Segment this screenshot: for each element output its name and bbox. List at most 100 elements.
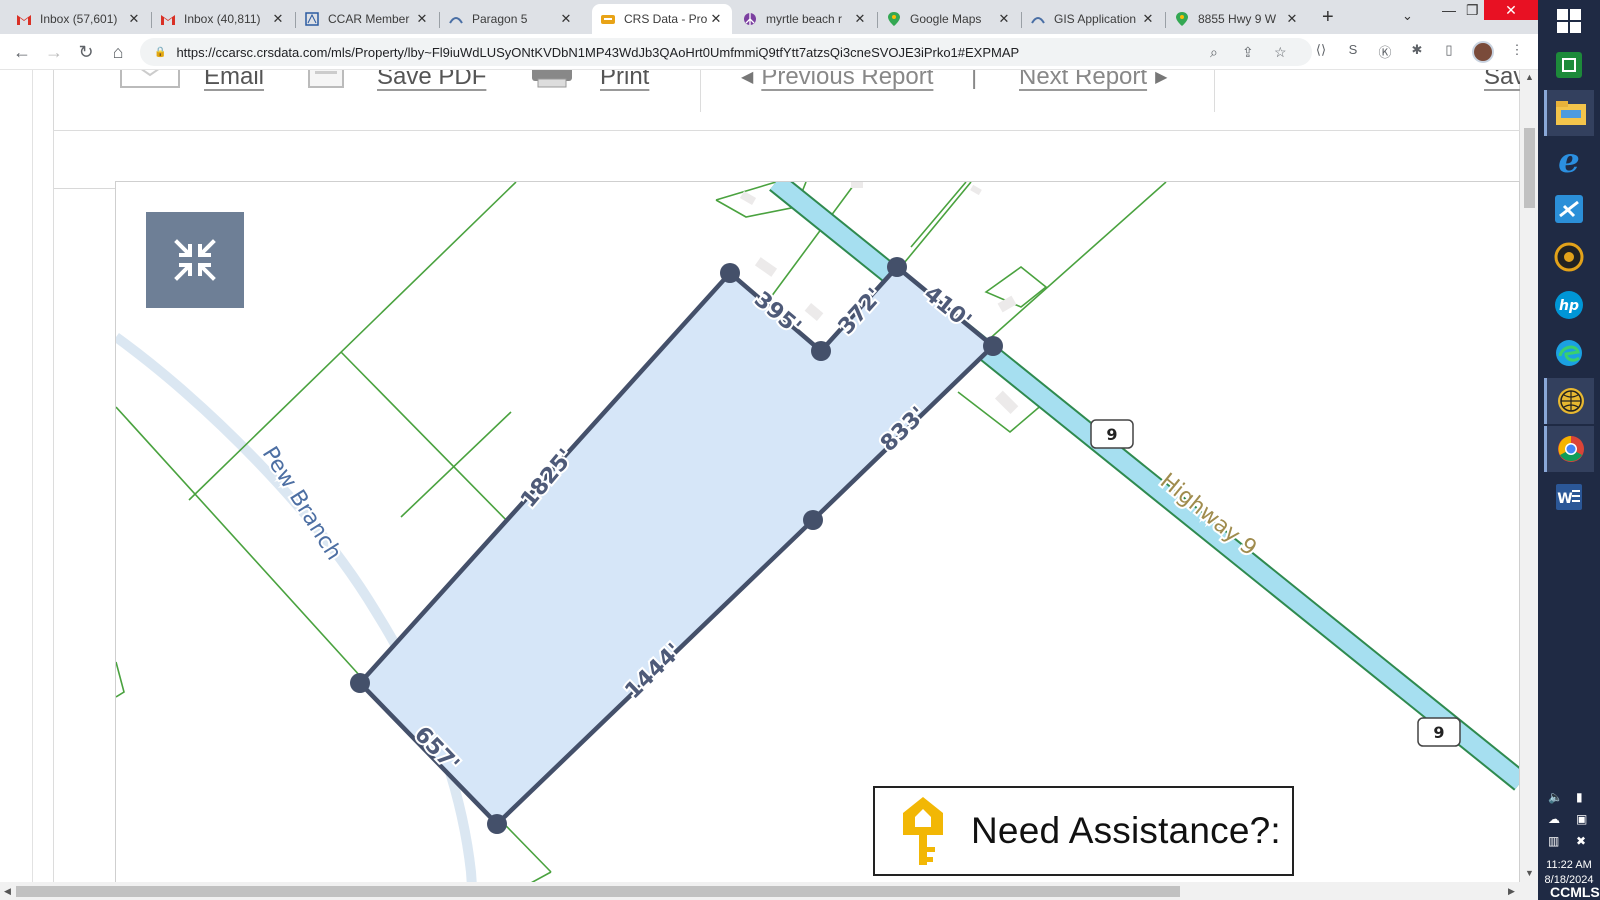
forward-arrow-icon[interactable]: → — [42, 40, 66, 64]
close-icon[interactable]: ✕ — [708, 11, 724, 27]
clock-time: 11:22 AM — [1546, 859, 1592, 871]
subject-parcel — [357, 264, 996, 827]
back-arrow-icon[interactable]: ← — [10, 40, 34, 64]
print-label: Print — [600, 70, 650, 90]
tab-inbox-1[interactable]: Inbox (57,601) ✕ — [8, 4, 150, 34]
svg-text:W: W — [1557, 491, 1572, 507]
tab-title: CCAR Member — [328, 12, 410, 26]
tab-google-maps[interactable]: Google Maps ✕ — [878, 4, 1020, 34]
chrome-browser-icon[interactable] — [1544, 426, 1594, 472]
scroll-right-icon[interactable]: ▶ — [1508, 886, 1515, 897]
parcel-map[interactable]: 395' 372' 410' 833' 1444' 657' 1825' Pew… — [115, 181, 1520, 882]
security-alert-icon[interactable]: ✖ — [1576, 834, 1586, 848]
network-icon[interactable]: ▣ — [1576, 812, 1587, 826]
avatar[interactable] — [1472, 41, 1494, 63]
extension-code-icon[interactable]: ⟨⟩ — [1312, 42, 1330, 60]
document-icon — [307, 70, 345, 96]
close-icon[interactable]: ✕ — [1140, 11, 1156, 27]
triangle-right-icon: ▶ — [1155, 70, 1168, 86]
save-pdf-button[interactable]: Save PDF — [307, 70, 486, 94]
vertical-scroll-thumb[interactable] — [1524, 128, 1535, 208]
ccmls-watermark: CCMLS — [1550, 884, 1600, 900]
page-left-margin — [0, 70, 33, 882]
printer-icon — [530, 70, 574, 96]
extension-s-icon[interactable]: S — [1344, 42, 1362, 60]
map-canvas: 395' 372' 410' 833' 1444' 657' 1825' Pew… — [116, 182, 1519, 882]
network-tool-icon[interactable] — [1544, 186, 1594, 232]
zoom-icon[interactable]: ⌕ — [1210, 44, 1218, 61]
svg-text:hp: hp — [1559, 298, 1579, 314]
close-icon[interactable]: ✕ — [558, 11, 574, 27]
share-icon[interactable]: ⇪ — [1242, 44, 1254, 61]
window-close-button[interactable]: ✕ — [1484, 0, 1538, 20]
ccar-icon — [304, 11, 320, 27]
close-icon[interactable]: ✕ — [126, 11, 142, 27]
signal-icon[interactable]: ▮ — [1576, 790, 1583, 804]
triangle-left-icon: ◀ — [741, 70, 754, 86]
tab-title: Paragon 5 — [472, 12, 528, 26]
word-app-icon[interactable]: W — [1544, 474, 1594, 520]
horizontal-scrollbar[interactable]: ◀ ▶ — [0, 882, 1538, 900]
minimize-icon[interactable]: — — [1442, 2, 1456, 18]
scroll-left-icon[interactable]: ◀ — [4, 886, 11, 897]
tab-crs-data[interactable]: CRS Data - Pro ✕ — [592, 4, 732, 34]
tab-myrtle-beach[interactable]: myrtle beach r ✕ — [734, 4, 876, 34]
home-icon[interactable]: ⌂ — [106, 40, 130, 64]
media-player-icon[interactable] — [1544, 234, 1594, 280]
horizontal-scroll-thumb[interactable] — [16, 886, 1180, 897]
email-button[interactable]: Email — [120, 70, 264, 94]
creek-line — [116, 332, 477, 882]
new-tab-button[interactable]: + — [1322, 6, 1334, 29]
lock-icon: 🔒 — [154, 46, 167, 58]
internet-explorer-icon[interactable]: e — [1544, 138, 1594, 184]
route-shield: 9 — [1417, 717, 1461, 747]
address-bar[interactable]: 🔒 https://ccarsc.crsdata.com/mls/Propert… — [140, 38, 1312, 66]
close-icon[interactable]: ✕ — [1284, 11, 1300, 27]
next-report-button[interactable]: Next Report ▶ — [1019, 70, 1167, 94]
reload-icon[interactable]: ↻ — [74, 40, 98, 64]
highway-fill — [770, 182, 1519, 790]
close-icon[interactable]: ✕ — [996, 11, 1012, 27]
file-explorer-icon[interactable] — [1544, 90, 1594, 136]
scroll-up-icon[interactable]: ▲ — [1525, 72, 1534, 82]
maps-icon — [886, 11, 902, 27]
tab-paragon[interactable]: Paragon 5 ✕ — [440, 4, 582, 34]
exit-fullscreen-button[interactable] — [146, 212, 244, 308]
scroll-down-icon[interactable]: ▼ — [1525, 868, 1534, 878]
need-assistance-text: Need Assistance?: — [971, 810, 1281, 851]
url-text: https://ccarsc.crsdata.com/mls/Property/… — [176, 44, 1020, 60]
extension-k-icon[interactable]: Ⓚ — [1376, 42, 1394, 60]
close-icon[interactable]: ✕ — [270, 11, 286, 27]
extensions-puzzle-icon[interactable]: ✱ — [1408, 42, 1426, 60]
print-button[interactable]: Print — [530, 70, 649, 94]
bookmark-star-icon[interactable]: ☆ — [1274, 44, 1287, 61]
tab-inbox-2[interactable]: Inbox (40,811) ✕ — [152, 4, 294, 34]
side-panel-icon[interactable]: ▯ — [1440, 42, 1458, 60]
tab-ccar-member[interactable]: CCAR Member ✕ — [296, 4, 438, 34]
previous-report-button[interactable]: ◀ Previous Report — [741, 70, 933, 94]
cloud-status-icon[interactable]: ☁ — [1548, 812, 1560, 826]
page-viewport: Email Save PDF Print ◀ Previous Report |… — [0, 70, 1538, 882]
battery-icon[interactable]: ▥ — [1548, 834, 1559, 848]
edge-browser-icon[interactable] — [1544, 330, 1594, 376]
tab-title: GIS Application — [1054, 12, 1137, 26]
tab-8855-hwy-9[interactable]: 8855 Hwy 9 W ✕ — [1166, 4, 1308, 34]
spreadsheet-app-icon[interactable] — [1544, 42, 1594, 88]
tab-gis-application[interactable]: GIS Application ✕ — [1022, 4, 1164, 34]
svg-text:9: 9 — [1106, 425, 1117, 444]
route-shield: 9 — [1090, 419, 1134, 449]
menu-kebab-icon[interactable]: ⋮ — [1508, 42, 1526, 60]
house-key-icon — [903, 797, 943, 865]
vertical-scrollbar[interactable]: ▲ ▼ — [1520, 70, 1538, 882]
globe-app-icon[interactable] — [1544, 378, 1594, 424]
next-report-label: Next Report — [1019, 70, 1148, 90]
volume-icon[interactable]: 🔈 — [1548, 790, 1563, 804]
tab-search-chevron-icon[interactable]: ⌄ — [1402, 8, 1413, 24]
tab-title: Inbox (40,811) — [184, 12, 261, 26]
close-icon[interactable]: ✕ — [414, 11, 430, 27]
hp-icon[interactable]: hp — [1544, 282, 1594, 328]
close-icon[interactable]: ✕ — [852, 11, 868, 27]
start-windows-icon[interactable] — [1544, 0, 1594, 44]
restore-icon[interactable]: ❐ — [1466, 2, 1479, 19]
need-assistance-widget[interactable]: Need Assistance?: — [873, 786, 1294, 876]
